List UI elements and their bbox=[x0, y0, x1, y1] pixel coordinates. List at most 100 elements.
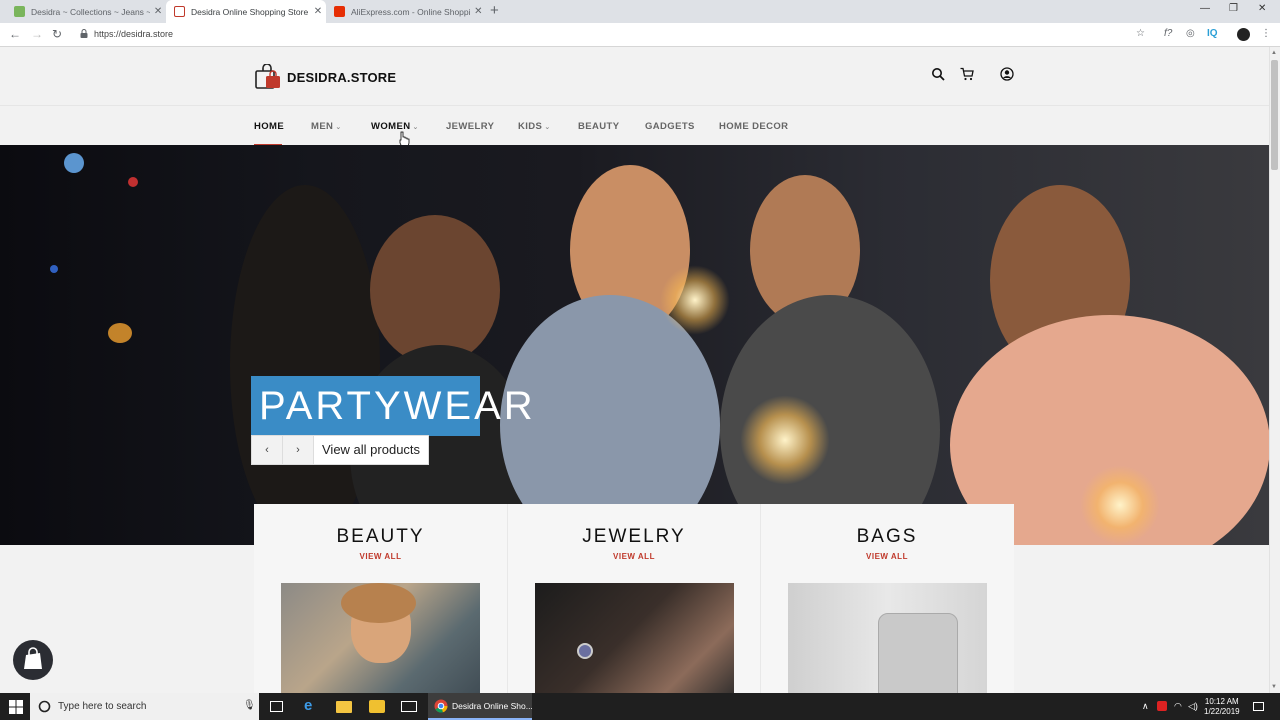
site-header: DESIDRA.STORE bbox=[0, 47, 1269, 105]
nav-item-beauty[interactable]: BEAUTY bbox=[578, 121, 619, 132]
chevron-down-icon: ⌄ bbox=[544, 124, 551, 131]
search-icon[interactable] bbox=[931, 67, 945, 81]
nav-item-kids[interactable]: KIDS ⌄ bbox=[518, 121, 551, 132]
nav-label: MEN bbox=[311, 121, 334, 132]
font-extension-icon[interactable]: f? bbox=[1164, 28, 1172, 39]
browser-menu-icon[interactable]: ⋮ bbox=[1261, 28, 1271, 39]
collection-card-jewelry[interactable]: JEWELRY VIEW ALL bbox=[507, 504, 760, 693]
nav-item-jewelry[interactable]: JEWELRY bbox=[446, 121, 494, 132]
reload-icon[interactable]: ↻ bbox=[52, 27, 62, 41]
hero-banner[interactable]: PARTYWEAR ‹ › View all products bbox=[0, 145, 1269, 545]
aliexpress-favicon-icon bbox=[334, 6, 345, 17]
taskbar-search-placeholder: Type here to search bbox=[58, 701, 147, 712]
file-explorer-icon[interactable] bbox=[336, 701, 352, 713]
hero-title: PARTYWEAR bbox=[251, 376, 533, 436]
collection-title: BEAUTY bbox=[336, 526, 425, 547]
close-window-button[interactable]: ✕ bbox=[1258, 3, 1266, 14]
chevron-down-icon: ⌄ bbox=[335, 124, 342, 131]
tab-title: AliExpress.com - Online Shoppin bbox=[351, 6, 471, 17]
taskbar-search-box[interactable]: Type here to search 🎙 bbox=[30, 693, 259, 720]
address-bar: ← → ↻ https://desidra.store ☆ f? ◎ IQ ⋮ bbox=[0, 23, 1280, 47]
nav-item-home[interactable]: HOME bbox=[254, 121, 284, 132]
tab-title: Desidra ~ Collections ~ Jeans ~ bbox=[31, 6, 151, 17]
windows-start-icon[interactable] bbox=[8, 699, 24, 715]
store-icon[interactable] bbox=[369, 700, 385, 713]
nav-label: HOME bbox=[254, 121, 285, 132]
back-arrow-icon[interactable]: ← bbox=[9, 27, 21, 41]
tab-close-icon[interactable]: ✕ bbox=[150, 6, 166, 17]
chrome-icon bbox=[434, 699, 448, 713]
collection-image[interactable] bbox=[788, 583, 987, 693]
scroll-down-arrow-icon[interactable]: ▼ bbox=[1271, 684, 1277, 690]
sparkler-glow bbox=[1080, 465, 1160, 545]
edge-browser-icon[interactable]: e bbox=[304, 697, 320, 714]
cart-icon[interactable] bbox=[960, 67, 974, 81]
taskbar-clock[interactable]: 10:12 AM 1/22/2019 bbox=[1204, 697, 1240, 717]
shopify-chat-button[interactable] bbox=[13, 640, 53, 680]
task-view-icon[interactable] bbox=[270, 701, 283, 712]
nav-item-gadgets[interactable]: GADGETS bbox=[645, 121, 695, 132]
iq-extension-icon[interactable]: IQ bbox=[1207, 28, 1218, 39]
camera-extension-icon[interactable]: ◎ bbox=[1186, 28, 1195, 39]
forward-arrow-icon[interactable]: → bbox=[31, 27, 43, 41]
action-center-icon[interactable] bbox=[1253, 702, 1264, 711]
nav-label: BEAUTY bbox=[578, 121, 620, 132]
shopify-bag-icon bbox=[24, 647, 42, 669]
tray-chevron-up-icon[interactable]: ∧ bbox=[1142, 701, 1149, 712]
taskbar-chrome-window[interactable]: Desidra Online Sho... bbox=[428, 693, 533, 720]
logo-text: DESIDRA.STORE bbox=[287, 69, 397, 85]
collection-image[interactable] bbox=[281, 583, 480, 693]
scroll-up-arrow-icon[interactable]: ▲ bbox=[1271, 50, 1277, 56]
nav-item-women[interactable]: WOMEN ⌄ bbox=[371, 121, 419, 132]
tray-app-icon[interactable] bbox=[1157, 701, 1167, 711]
bookmark-star-icon[interactable]: ☆ bbox=[1136, 28, 1145, 39]
backpack-shape bbox=[878, 613, 958, 693]
confetti-bokeh bbox=[108, 323, 132, 343]
collection-title: JEWELRY bbox=[582, 526, 686, 547]
browser-tab-collections[interactable]: Desidra ~ Collections ~ Jeans ~ ✕ bbox=[6, 0, 166, 23]
browser-tab-desidra[interactable]: Desidra Online Shopping Store ✕ bbox=[166, 0, 326, 23]
scrollbar-thumb[interactable] bbox=[1271, 60, 1278, 170]
account-icon[interactable] bbox=[1000, 67, 1014, 81]
cortana-circle-icon bbox=[38, 700, 51, 713]
view-all-link[interactable]: VIEW ALL bbox=[254, 552, 507, 561]
earring-shape bbox=[577, 643, 593, 659]
tab-close-icon[interactable]: ✕ bbox=[310, 6, 326, 17]
slider-prev-button[interactable]: ‹ bbox=[252, 436, 283, 464]
minimize-button[interactable]: — bbox=[1200, 3, 1210, 14]
lock-icon bbox=[80, 29, 88, 38]
shopify-favicon-icon bbox=[14, 6, 25, 17]
confetti-bokeh bbox=[64, 153, 84, 173]
site-logo[interactable]: DESIDRA.STORE bbox=[254, 64, 396, 90]
nav-item-men[interactable]: MEN ⌄ bbox=[311, 121, 342, 132]
url-field[interactable]: https://desidra.store bbox=[94, 29, 173, 39]
tab-title: Desidra Online Shopping Store bbox=[191, 6, 309, 17]
windows-taskbar: Type here to search 🎙 e Desidra Online S… bbox=[0, 693, 1280, 720]
confetti-bokeh bbox=[50, 265, 58, 273]
web-page: DESIDRA.STORE HOME MEN ⌄ WOMEN ⌄ JEWELRY K… bbox=[0, 47, 1269, 693]
collection-image[interactable] bbox=[535, 583, 734, 693]
microphone-icon[interactable]: 🎙 bbox=[243, 700, 256, 711]
tab-close-icon[interactable]: ✕ bbox=[471, 6, 486, 17]
mail-icon[interactable] bbox=[401, 701, 417, 712]
network-icon[interactable]: ◠ bbox=[1174, 701, 1182, 712]
nav-item-home-decor[interactable]: HOME DECOR bbox=[719, 121, 788, 132]
nav-label: JEWELRY bbox=[446, 121, 495, 132]
view-all-link[interactable]: VIEW ALL bbox=[761, 552, 1013, 561]
slider-next-button[interactable]: › bbox=[283, 436, 314, 464]
desidra-favicon-icon bbox=[174, 6, 185, 17]
view-all-products-button[interactable]: View all products bbox=[314, 436, 429, 464]
clock-time: 10:12 AM bbox=[1204, 697, 1239, 706]
maximize-button[interactable]: ❐ bbox=[1229, 3, 1238, 14]
nav-label: KIDS bbox=[518, 121, 543, 132]
sparkler-glow bbox=[660, 265, 730, 335]
browser-tab-bar: Desidra ~ Collections ~ Jeans ~ ✕ Desidr… bbox=[0, 0, 1280, 23]
volume-icon[interactable]: ◁) bbox=[1188, 701, 1198, 712]
collection-card-bags[interactable]: BAGS VIEW ALL bbox=[760, 504, 1013, 693]
taskbar-window-title: Desidra Online Sho... bbox=[452, 701, 533, 711]
new-tab-button[interactable]: + bbox=[490, 2, 499, 19]
browser-tab-aliexpress[interactable]: AliExpress.com - Online Shoppin ✕ bbox=[326, 0, 486, 23]
collection-card-beauty[interactable]: BEAUTY VIEW ALL bbox=[254, 504, 507, 693]
profile-avatar-icon[interactable] bbox=[1237, 28, 1250, 41]
view-all-link[interactable]: VIEW ALL bbox=[508, 552, 760, 561]
